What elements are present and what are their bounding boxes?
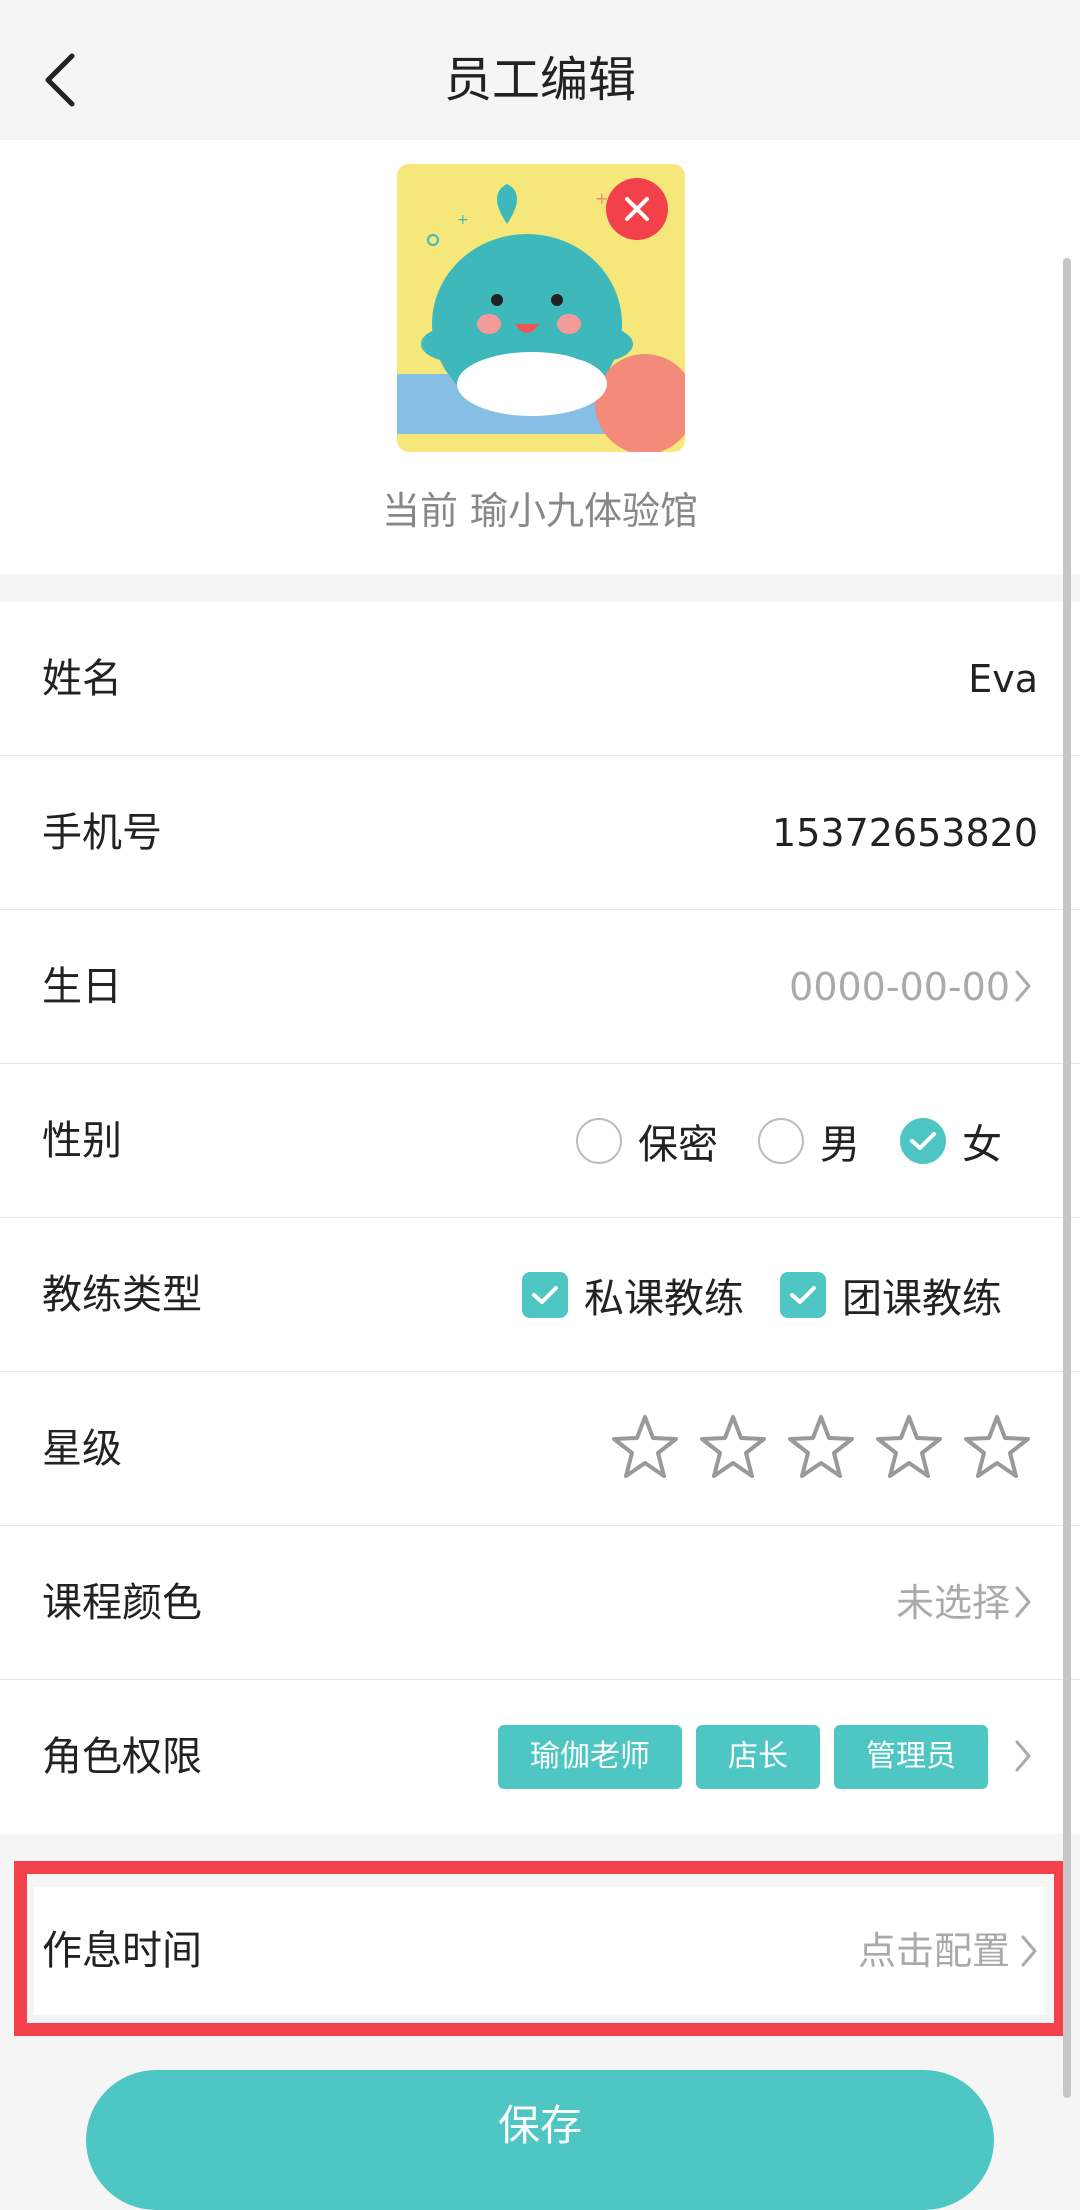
phone-label: 手机号 <box>42 810 162 856</box>
gender-option-secret[interactable]: 保密 <box>576 1112 718 1170</box>
rating-row: 星级 <box>0 1372 1080 1526</box>
coach-type-label: 教练类型 <box>42 1272 202 1318</box>
role-label: 角色权限 <box>42 1734 202 1780</box>
page-title: 员工编辑 <box>443 52 636 108</box>
course-color-label: 课程颜色 <box>42 1580 202 1626</box>
phone-value[interactable]: 15372653820 <box>772 756 1038 910</box>
role-tag: 管理员 <box>834 1725 988 1789</box>
save-button[interactable]: 保存 <box>86 2070 994 2210</box>
chevron-right-icon <box>1015 1586 1031 1618</box>
course-color-placeholder: 未选择 <box>895 1581 1010 1625</box>
close-icon <box>606 178 668 240</box>
role-tag: 店长 <box>696 1725 820 1789</box>
name-row[interactable]: 姓名 Eva <box>0 602 1080 756</box>
name-value[interactable]: Eva <box>968 602 1038 756</box>
avatar-section: + + 当前 瑜小九体验馆 <box>0 140 1080 574</box>
star-icon[interactable] <box>698 1412 768 1482</box>
scrollbar[interactable] <box>1063 258 1071 2098</box>
birthday-row[interactable]: 生日 0000-00-00 <box>0 910 1080 1064</box>
checkbox-checked-icon <box>780 1272 826 1318</box>
name-label: 姓名 <box>42 656 122 702</box>
star-icon[interactable] <box>610 1412 680 1482</box>
gender-option-male[interactable]: 男 <box>758 1112 860 1170</box>
coach-type-group[interactable]: 团课教练 <box>780 1266 1002 1324</box>
checkbox-checked-icon <box>522 1272 568 1318</box>
gender-option-label: 男 <box>820 1122 860 1168</box>
gender-label: 性别 <box>42 1118 122 1164</box>
header: 员工编辑 <box>0 0 1080 140</box>
coach-type-option-label: 私课教练 <box>584 1276 744 1322</box>
star-rating <box>592 1412 1032 1482</box>
role-row[interactable]: 角色权限 瑜伽老师 店长 管理员 <box>0 1680 1080 1834</box>
coach-type-checkbox-group: 私课教练 团课教练 <box>486 1218 1002 1372</box>
star-icon[interactable] <box>786 1412 856 1482</box>
highlight-box <box>14 1861 1067 2036</box>
delete-avatar-button[interactable] <box>606 178 668 240</box>
radio-checked-icon <box>900 1118 946 1164</box>
coach-type-private[interactable]: 私课教练 <box>522 1266 744 1324</box>
rating-label: 星级 <box>42 1426 122 1472</box>
gender-option-label: 女 <box>962 1122 1002 1168</box>
gender-option-label: 保密 <box>638 1122 718 1168</box>
course-color-row[interactable]: 课程颜色 未选择 <box>0 1526 1080 1680</box>
gender-row: 性别 保密 男 女 <box>0 1064 1080 1218</box>
birthday-label: 生日 <box>42 964 122 1010</box>
role-tag: 瑜伽老师 <box>498 1725 682 1789</box>
gender-radio-group: 保密 男 女 <box>536 1064 1002 1218</box>
star-icon[interactable] <box>962 1412 1032 1482</box>
staff-form: 姓名 Eva 手机号 15372653820 生日 0000-00-00 性别 … <box>0 602 1080 1834</box>
role-tags: 瑜伽老师 店长 管理员 <box>484 1680 988 1834</box>
birthday-placeholder: 0000-00-00 <box>789 965 1010 1009</box>
radio-unchecked-icon <box>758 1118 804 1164</box>
chevron-right-icon <box>1015 1740 1031 1772</box>
current-store-label: 当前 瑜小九体验馆 <box>381 489 699 533</box>
coach-type-row: 教练类型 私课教练 团课教练 <box>0 1218 1080 1372</box>
svg-text:+: + <box>457 212 469 228</box>
radio-unchecked-icon <box>576 1118 622 1164</box>
gender-option-female[interactable]: 女 <box>900 1112 1002 1170</box>
coach-type-option-label: 团课教练 <box>842 1276 1002 1322</box>
chevron-right-icon <box>1015 970 1031 1002</box>
phone-row[interactable]: 手机号 15372653820 <box>0 756 1080 910</box>
star-icon[interactable] <box>874 1412 944 1482</box>
